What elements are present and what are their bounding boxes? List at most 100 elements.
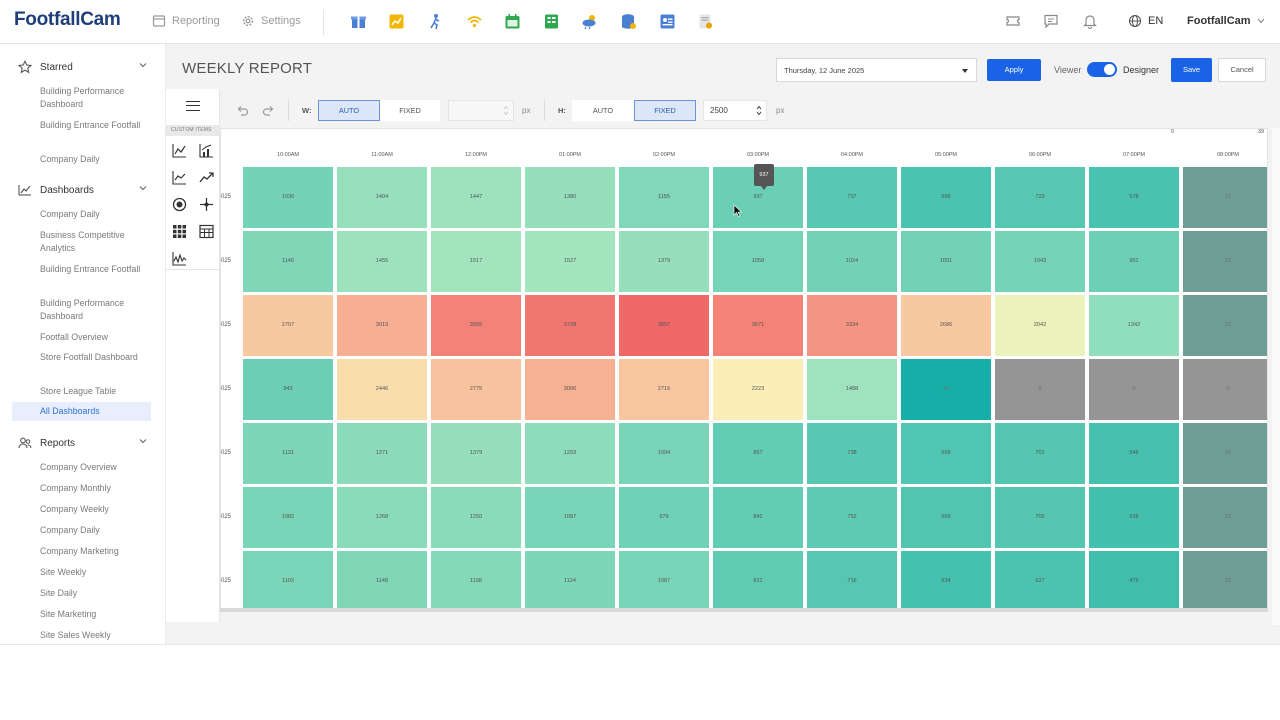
date-select[interactable]: Thursday, 12 June 2025 [776,58,977,82]
heatmap-cell[interactable]: 10 [1183,423,1267,484]
redo-icon[interactable] [262,104,275,117]
sheet-app-icon[interactable] [543,13,560,30]
ticket-icon[interactable] [1005,13,1021,29]
language-selector[interactable]: EN [1128,14,1163,28]
sidebar-item-footfall-overview[interactable]: Footfall Overview [40,331,148,344]
heatmap-cell[interactable]: 737 [807,167,897,228]
vertical-scrollbar[interactable] [1272,128,1280,625]
heatmap-cell[interactable]: 1094 [619,423,709,484]
sidebar-section-starred[interactable]: Starred [18,60,148,74]
sidebar-item-company-daily[interactable]: Company Daily [40,153,148,166]
line-chart-icon[interactable] [172,143,187,158]
sidebar-item-building-entrance-footfall[interactable]: Building Entrance Footfall [40,119,148,132]
id-card-app-icon[interactable] [659,13,676,30]
bell-icon[interactable] [1082,13,1098,29]
heatmap-cell[interactable]: 1148 [337,551,427,609]
heatmap-cell[interactable]: 1146 [243,231,333,292]
report-app-icon[interactable] [697,13,714,30]
waveform-chart-icon[interactable] [172,251,187,266]
heatmap-cell[interactable]: 3728 [525,295,615,356]
chart-app-icon[interactable] [388,13,405,30]
sidebar-item-company-overview[interactable]: Company Overview [40,461,148,474]
heatmap-cell[interactable]: 548 [1089,423,1179,484]
sidebar-item-store-league-table[interactable]: Store League Table [40,385,148,398]
heatmap-cell[interactable]: 842 [713,487,803,548]
heatmap-cell[interactable]: 1268 [337,487,427,548]
heatmap-cell[interactable]: 534 [901,551,991,609]
heatmap-cell[interactable]: 25 [1183,551,1267,609]
trend-chart-icon[interactable] [199,170,214,185]
save-button[interactable]: Save [1171,58,1212,82]
calendar-app-icon[interactable] [504,13,521,30]
heatmap-cell[interactable]: 1036 [243,167,333,228]
sidebar-item-building-entrance-footfall[interactable]: Building Entrance Footfall [40,263,148,276]
heatmap-cell[interactable]: 23 [1183,295,1267,356]
heatmap-cell[interactable]: 2042 [995,295,1085,356]
heatmap-cell[interactable]: 979 [619,487,709,548]
wifi-app-icon[interactable] [466,13,483,30]
cancel-button[interactable]: Cancel [1218,58,1266,82]
sidebar-section-reports[interactable]: Reports [18,436,148,450]
heatmap-cell[interactable]: 1155 [619,167,709,228]
heatmap-cell[interactable]: 1379 [619,231,709,292]
heatmap-cell[interactable]: 1082 [243,487,333,548]
height-auto-button[interactable]: AUTO [572,100,634,121]
heatmap-cell[interactable]: 3571 [713,295,803,356]
heatmap-cell[interactable]: 943 [243,359,333,420]
height-fixed-button[interactable]: FIXED [634,100,696,121]
heatmap-cell[interactable]: 3019 [337,295,427,356]
walker-app-icon[interactable] [427,13,444,30]
heatmap-cell[interactable]: 738 [807,423,897,484]
heatmap-cell[interactable]: 1379 [431,423,521,484]
footfallcam-logo[interactable]: FootfallCam [14,9,121,31]
heatmap-cell[interactable]: 0 [1183,359,1267,420]
chat-icon[interactable] [1043,13,1059,29]
heatmap-cell[interactable]: 1271 [337,423,427,484]
heatmap-cell[interactable]: 528 [1089,487,1179,548]
sidebar-item-building-performance-dashboard[interactable]: Building Performance Dashboard [40,297,148,322]
heatmap-cell[interactable]: 0 [1089,359,1179,420]
sidebar-item-site-daily[interactable]: Site Daily [40,587,148,600]
stepper-icon[interactable] [756,104,762,117]
sidebar-item-building-performance-dashboard[interactable]: Building Performance Dashboard [40,85,148,110]
heatmap-cell[interactable]: 1455 [337,231,427,292]
nav-reporting[interactable]: Reporting [152,14,220,28]
sidebar-item-store-footfall-dashboard[interactable]: Store Footfall Dashboard [40,351,148,364]
heatmap-cell[interactable]: 2775 [431,359,521,420]
heatmap-cell[interactable]: 1087 [525,487,615,548]
heatmap-cell[interactable]: 1001 [901,231,991,292]
area-chart-icon[interactable] [172,170,187,185]
weather-app-icon[interactable] [581,13,598,30]
width-fixed-button[interactable]: FIXED [380,100,440,121]
nav-settings[interactable]: Settings [241,14,301,28]
heatmap-cell[interactable]: 1517 [431,231,521,292]
heatmap-cell[interactable]: 658 [901,423,991,484]
heatmap-cell[interactable]: 44 [901,359,991,420]
heatmap-cell[interactable]: 595 [901,167,991,228]
heatmap-cell[interactable]: 723 [995,167,1085,228]
hamburger-menu-icon[interactable] [186,101,200,111]
heatmap-cell[interactable]: 2716 [619,359,709,420]
heatmap-cell[interactable]: 1447 [431,167,521,228]
heatmap-cell[interactable]: 705 [995,487,1085,548]
heatmap-cell[interactable]: 2686 [901,295,991,356]
horizontal-scrollbar[interactable] [220,608,1268,612]
heatmap-cell[interactable]: 951 [1089,231,1179,292]
grid-icon[interactable] [172,224,187,239]
heatmap-cell[interactable]: 1250 [431,487,521,548]
heatmap-cell[interactable]: 1087 [619,551,709,609]
heatmap-cell[interactable]: 11 [1183,167,1267,228]
sidebar-item-company-weekly[interactable]: Company Weekly [40,503,148,516]
heatmap-cell[interactable]: 1131 [243,423,333,484]
heatmap-cell[interactable]: 627 [995,551,1085,609]
sidebar-item-company-marketing[interactable]: Company Marketing [40,545,148,558]
database-app-icon[interactable] [620,13,637,30]
heatmap-cell[interactable]: 1102 [243,551,333,609]
apply-button[interactable]: Apply [987,59,1041,81]
heatmap-cell[interactable]: 3897 [619,295,709,356]
account-menu[interactable]: FootfallCam [1187,15,1265,27]
sidebar-item-all-dashboards[interactable]: All Dashboards [12,402,151,421]
heatmap-cell[interactable]: 12 [1183,231,1267,292]
sidebar-item-site-weekly[interactable]: Site Weekly [40,566,148,579]
heatmap-cell[interactable]: 3006 [525,359,615,420]
